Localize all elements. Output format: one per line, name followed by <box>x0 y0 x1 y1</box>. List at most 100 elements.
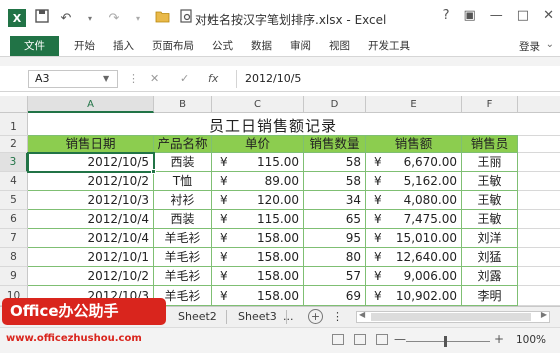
scroll-right-icon[interactable]: ▶ <box>541 310 547 319</box>
cell-sale-date[interactable]: 2012/10/3 <box>28 191 154 210</box>
sign-in-link[interactable]: 登录 <box>519 39 540 54</box>
empty-cell[interactable] <box>518 136 560 153</box>
tab-insert[interactable]: 插入 <box>104 36 143 56</box>
zoom-out-icon[interactable]: — <box>394 332 406 346</box>
cell-sale-date[interactable]: 2012/10/4 <box>28 210 154 229</box>
empty-cell[interactable] <box>518 191 560 210</box>
tab-options-icon[interactable]: ⋮ <box>332 307 343 327</box>
save-icon[interactable] <box>34 9 50 27</box>
empty-cell[interactable] <box>518 286 560 306</box>
cell-salesperson[interactable]: 王敏 <box>462 210 518 229</box>
cell-product-name[interactable]: 西装 <box>154 210 212 229</box>
cell-product-name[interactable]: 衬衫 <box>154 191 212 210</box>
empty-cell[interactable] <box>518 210 560 229</box>
maximize-icon[interactable]: □ <box>517 8 529 23</box>
enter-icon[interactable]: ✓ <box>180 72 189 85</box>
tab-data[interactable]: 数据 <box>242 36 281 56</box>
formula-input[interactable]: 2012/10/5 <box>236 70 548 88</box>
cell-sales-amount[interactable]: ¥5,162.00 <box>366 172 462 191</box>
table-title[interactable]: 员工日销售额记录 <box>28 113 518 136</box>
cell-unit-price[interactable]: ¥158.00 <box>212 229 304 248</box>
print-preview-icon[interactable] <box>178 9 194 27</box>
ribbon-display-icon[interactable]: ▣ <box>464 8 476 23</box>
cell-sales-amount[interactable]: ¥10,902.00 <box>366 286 462 306</box>
cell-sale-date[interactable]: 2012/10/1 <box>28 248 154 267</box>
cell-sales-amount[interactable]: ¥15,010.00 <box>366 229 462 248</box>
header-sale-date[interactable]: 销售日期 <box>28 136 154 153</box>
cell-sale-date[interactable]: 2012/10/2 <box>28 172 154 191</box>
row-header-1[interactable]: 1 <box>0 113 28 136</box>
row-header-2[interactable]: 2 <box>0 136 28 153</box>
cell-salesperson[interactable]: 王敏 <box>462 172 518 191</box>
sheet-tab-sheet3[interactable]: Sheet3 <box>228 307 287 327</box>
redo-icon[interactable]: ↷ <box>106 11 122 26</box>
column-header-f[interactable]: F <box>462 96 518 113</box>
cell-unit-price[interactable]: ¥115.00 <box>212 153 304 172</box>
more-sheets-button[interactable]: ... <box>283 307 294 327</box>
empty-cell[interactable] <box>518 153 560 172</box>
redo-dropdown-icon[interactable]: ▾ <box>130 14 146 23</box>
normal-view-icon[interactable] <box>332 334 344 345</box>
page-layout-view-icon[interactable] <box>354 334 366 345</box>
cell-salesperson[interactable]: 王敏 <box>462 191 518 210</box>
expand-ribbon-icon[interactable]: ⌄ <box>546 39 554 50</box>
cell-product-name[interactable]: 羊毛衫 <box>154 248 212 267</box>
undo-icon[interactable]: ↶ <box>58 11 74 26</box>
empty-cell[interactable] <box>518 248 560 267</box>
column-header-c[interactable]: C <box>212 96 304 113</box>
cell-quantity[interactable]: 69 <box>304 286 366 306</box>
undo-dropdown-icon[interactable]: ▾ <box>82 14 98 23</box>
cell-sale-date[interactable]: 2012/10/2 <box>28 267 154 286</box>
header-quantity[interactable]: 销售数量 <box>304 136 366 153</box>
tab-review[interactable]: 审阅 <box>281 36 320 56</box>
header-salesperson[interactable]: 销售员 <box>462 136 518 153</box>
new-sheet-button[interactable]: + <box>308 309 323 324</box>
row-header-3[interactable]: 3 <box>0 153 28 172</box>
tab-page-layout[interactable]: 页面布局 <box>143 36 203 56</box>
help-icon[interactable]: ? <box>443 8 450 23</box>
row-header-9[interactable]: 9 <box>0 267 28 286</box>
empty-cell[interactable] <box>518 229 560 248</box>
cell-salesperson[interactable]: 王丽 <box>462 153 518 172</box>
cell-sales-amount[interactable]: ¥4,080.00 <box>366 191 462 210</box>
cell-quantity[interactable]: 58 <box>304 172 366 191</box>
zoom-slider-thumb[interactable] <box>444 336 447 347</box>
cell-quantity[interactable]: 34 <box>304 191 366 210</box>
header-unit-price[interactable]: 单价 <box>212 136 304 153</box>
cell-sales-amount[interactable]: ¥6,670.00 <box>366 153 462 172</box>
row-header-4[interactable]: 4 <box>0 172 28 191</box>
cell-product-name[interactable]: 西装 <box>154 153 212 172</box>
insert-function-icon[interactable]: fx <box>208 72 218 85</box>
tab-formulas[interactable]: 公式 <box>203 36 242 56</box>
column-header-d[interactable]: D <box>304 96 366 113</box>
cell-product-name[interactable]: 羊毛衫 <box>154 267 212 286</box>
cell-quantity[interactable]: 58 <box>304 153 366 172</box>
cell-quantity[interactable]: 57 <box>304 267 366 286</box>
cell-unit-price[interactable]: ¥158.00 <box>212 286 304 306</box>
empty-cell[interactable] <box>518 267 560 286</box>
tab-developer[interactable]: 开发工具 <box>359 36 419 56</box>
column-header-b[interactable]: B <box>154 96 212 113</box>
fill-handle[interactable] <box>151 169 156 174</box>
column-header-a[interactable]: A <box>28 96 154 113</box>
scroll-left-icon[interactable]: ◀ <box>359 310 365 319</box>
cell-quantity[interactable]: 65 <box>304 210 366 229</box>
open-icon[interactable] <box>154 10 170 27</box>
cell-unit-price[interactable]: ¥158.00 <box>212 267 304 286</box>
empty-cell[interactable] <box>518 113 560 136</box>
tab-file[interactable]: 文件 <box>10 36 59 56</box>
cell-unit-price[interactable]: ¥120.00 <box>212 191 304 210</box>
name-box-dropdown-icon[interactable]: ▼ <box>103 74 109 83</box>
cell-quantity[interactable]: 95 <box>304 229 366 248</box>
row-header-8[interactable]: 8 <box>0 248 28 267</box>
zoom-in-icon[interactable]: + <box>494 332 504 346</box>
cell-product-name[interactable]: 羊毛衫 <box>154 229 212 248</box>
row-header-7[interactable]: 7 <box>0 229 28 248</box>
cell-salesperson[interactable]: 刘洋 <box>462 229 518 248</box>
cell-unit-price[interactable]: ¥89.00 <box>212 172 304 191</box>
cancel-icon[interactable]: ✕ <box>150 72 159 85</box>
cell-quantity[interactable]: 80 <box>304 248 366 267</box>
empty-cell[interactable] <box>518 172 560 191</box>
header-sales-amount[interactable]: 销售额 <box>366 136 462 153</box>
sheet-tab-sheet2[interactable]: Sheet2 <box>168 307 227 327</box>
